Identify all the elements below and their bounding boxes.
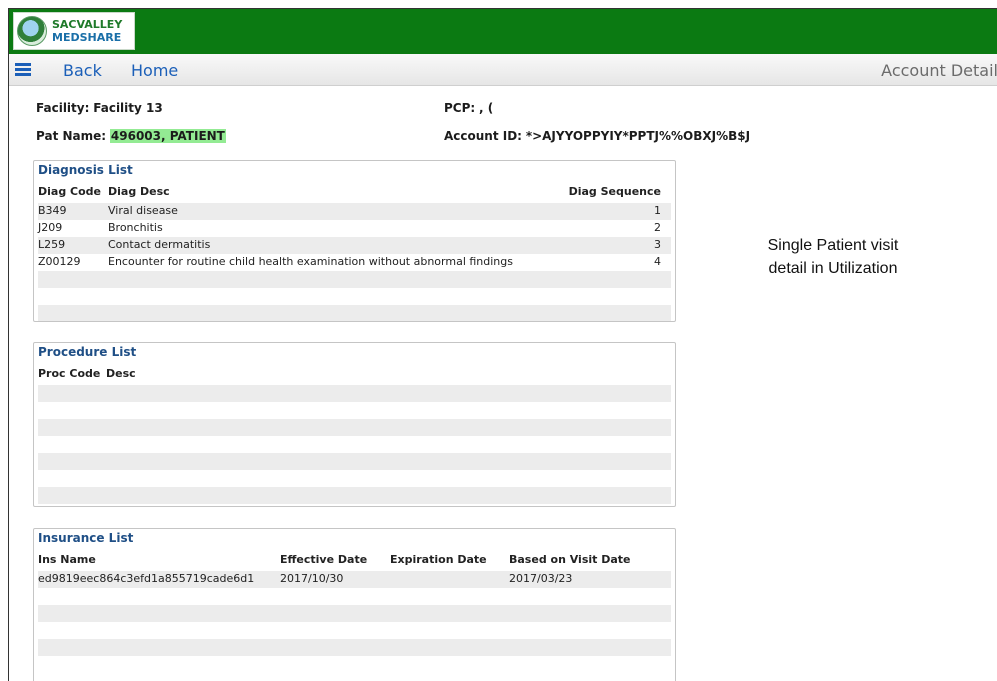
diagnosis-list-title: Diagnosis List xyxy=(38,163,133,177)
proc-code-header: Proc Code xyxy=(38,367,101,380)
proc-desc-header: Desc xyxy=(106,367,136,380)
empty-row xyxy=(38,639,671,656)
patient-name-label: Pat Name: xyxy=(36,129,107,143)
pcp-field: PCP: , ( xyxy=(444,101,493,115)
logo-text-line1: SACVALLEY xyxy=(52,18,123,31)
expiration-date-header: Expiration Date xyxy=(390,553,487,566)
logo-text-line2: MEDSHARE xyxy=(52,31,122,44)
diag-code-cell: Z00129 xyxy=(38,255,81,268)
visit-date-cell: 2017/03/23 xyxy=(509,572,573,585)
back-link[interactable]: Back xyxy=(63,61,102,80)
ins-name-cell: ed9819eec864c3efd1a855719cade6d1 xyxy=(38,572,255,585)
empty-row xyxy=(38,487,671,504)
empty-row xyxy=(38,402,671,419)
diagnosis-list-panel: Diagnosis List Diag Code Diag Desc Diag … xyxy=(33,160,676,322)
hamburger-menu-icon[interactable] xyxy=(15,63,31,76)
empty-row xyxy=(38,622,671,639)
diag-code-header: Diag Code xyxy=(38,185,101,198)
diag-sequence-header: Diag Sequence xyxy=(568,185,661,198)
account-id-label: Account ID: xyxy=(444,129,522,143)
navigation-bar: Back Home Account Detail xyxy=(9,54,997,86)
diag-sequence-cell: 4 xyxy=(654,255,661,268)
empty-row xyxy=(38,605,671,622)
diag-desc-cell: Encounter for routine child health exami… xyxy=(108,255,513,268)
pcp-label: PCP: xyxy=(444,101,476,115)
empty-row xyxy=(38,453,671,470)
empty-row xyxy=(38,385,671,402)
annotation-line1: Single Patient visit xyxy=(767,237,899,254)
empty-row xyxy=(38,271,671,288)
table-row[interactable]: L259 Contact dermatitis 3 xyxy=(38,237,671,254)
empty-row xyxy=(38,419,671,436)
empty-row xyxy=(38,470,671,487)
top-banner: SACVALLEY MEDSHARE xyxy=(9,9,997,54)
facility-field: Facility: Facility 13 xyxy=(36,101,163,115)
diag-code-cell: B349 xyxy=(38,204,67,217)
procedure-list-panel: Procedure List Proc Code Desc xyxy=(33,342,676,507)
empty-row xyxy=(38,588,671,605)
account-id-value: *>AJYYOPPYIY*PPTJ%%OBXJ%B$J xyxy=(525,129,751,143)
effective-date-header: Effective Date xyxy=(280,553,368,566)
home-link[interactable]: Home xyxy=(131,61,178,80)
diag-sequence-cell: 1 xyxy=(654,204,661,217)
annotation-line2: detail in Utilization xyxy=(768,260,898,277)
account-id-field: Account ID: *>AJYYOPPYIY*PPTJ%%OBXJ%B$J xyxy=(444,129,750,143)
effective-date-cell: 2017/10/30 xyxy=(280,572,344,585)
ins-name-header: Ins Name xyxy=(38,553,96,566)
diag-sequence-cell: 3 xyxy=(654,238,661,251)
empty-row xyxy=(38,288,671,305)
table-row[interactable]: J209 Bronchitis 2 xyxy=(38,220,671,237)
pcp-value: , ( xyxy=(479,101,494,115)
facility-value: Facility 13 xyxy=(93,101,163,115)
insurance-list-panel: Insurance List Ins Name Effective Date E… xyxy=(33,528,676,681)
sacvalley-medshare-logo[interactable]: SACVALLEY MEDSHARE xyxy=(13,12,135,50)
diag-desc-cell: Viral disease xyxy=(108,204,178,217)
app-frame: SACVALLEY MEDSHARE Back Home Account Det… xyxy=(8,8,997,681)
procedure-rows xyxy=(38,385,671,504)
empty-row xyxy=(38,436,671,453)
facility-label: Facility: xyxy=(36,101,90,115)
patient-name-field: Pat Name: 496003, PATIENT xyxy=(36,129,226,143)
diag-sequence-cell: 2 xyxy=(654,221,661,234)
globe-logo-icon xyxy=(17,16,47,46)
insurance-rows: ed9819eec864c3efd1a855719cade6d1 2017/10… xyxy=(38,571,671,673)
table-row[interactable]: Z00129 Encounter for routine child healt… xyxy=(38,254,671,271)
patient-name-value: 496003, PATIENT xyxy=(109,129,226,143)
insurance-list-title: Insurance List xyxy=(38,531,134,545)
empty-row xyxy=(38,656,671,673)
empty-row xyxy=(38,305,671,321)
diag-code-cell: L259 xyxy=(38,238,66,251)
diag-desc-cell: Bronchitis xyxy=(108,221,163,234)
table-row[interactable]: ed9819eec864c3efd1a855719cade6d1 2017/10… xyxy=(38,571,671,588)
diagnosis-rows: B349 Viral disease 1 J209 Bronchitis 2 L… xyxy=(38,203,671,321)
diag-code-cell: J209 xyxy=(38,221,63,234)
table-row[interactable]: B349 Viral disease 1 xyxy=(38,203,671,220)
annotation-note: Single Patient visit detail in Utilizati… xyxy=(719,234,947,280)
page-title: Account Detail xyxy=(881,61,997,80)
procedure-list-title: Procedure List xyxy=(38,345,137,359)
diag-desc-cell: Contact dermatitis xyxy=(108,238,211,251)
diag-desc-header: Diag Desc xyxy=(108,185,170,198)
based-on-visit-date-header: Based on Visit Date xyxy=(509,553,631,566)
